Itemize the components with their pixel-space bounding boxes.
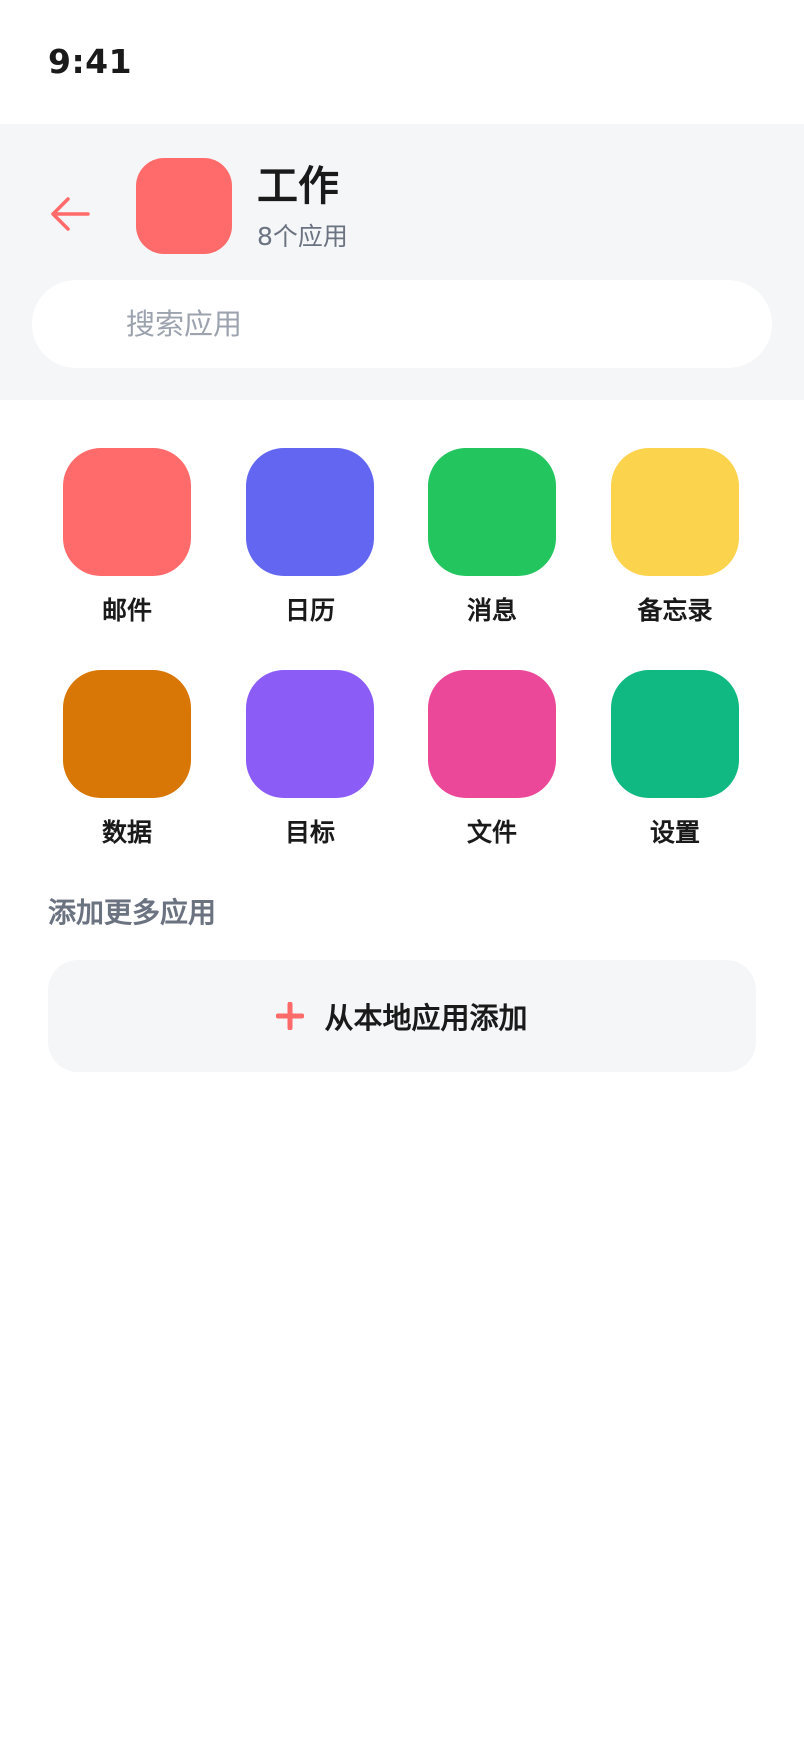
app-label: 目标 bbox=[284, 818, 335, 847]
folder-header: 工作 8个应用 bbox=[0, 124, 804, 400]
folder-title: 工作 bbox=[257, 162, 339, 210]
app-label: 文件 bbox=[466, 818, 517, 847]
app-label: 备忘录 bbox=[637, 596, 713, 625]
mail-app-icon bbox=[63, 448, 191, 576]
notes-app-icon bbox=[611, 448, 739, 576]
app-label: 设置 bbox=[649, 818, 700, 847]
app-label: 消息 bbox=[466, 596, 517, 625]
app-label: 日历 bbox=[284, 596, 335, 625]
data-app-icon bbox=[63, 670, 191, 798]
calendar-app-icon bbox=[246, 448, 374, 576]
app-item-goals[interactable]: 目标 bbox=[240, 670, 380, 848]
folder-app-count: 8个应用 bbox=[257, 222, 348, 251]
app-item-calendar[interactable]: 日历 bbox=[240, 448, 380, 626]
search-input[interactable] bbox=[32, 280, 772, 368]
app-item-messages[interactable]: 消息 bbox=[422, 448, 562, 626]
app-item-data[interactable]: 数据 bbox=[57, 670, 197, 848]
settings-app-icon bbox=[611, 670, 739, 798]
status-time: 9:41 bbox=[48, 42, 133, 81]
add-more-section-title: 添加更多应用 bbox=[48, 896, 217, 929]
app-label: 数据 bbox=[101, 818, 152, 847]
app-item-mail[interactable]: 邮件 bbox=[57, 448, 197, 626]
app-item-files[interactable]: 文件 bbox=[422, 670, 562, 848]
add-from-local-button[interactable]: 从本地应用添加 bbox=[48, 960, 756, 1072]
add-from-local-label: 从本地应用添加 bbox=[324, 1001, 528, 1035]
goals-app-icon bbox=[246, 670, 374, 798]
files-app-icon bbox=[428, 670, 556, 798]
back-button[interactable] bbox=[40, 184, 100, 244]
status-bar: 9:41 bbox=[0, 0, 804, 124]
app-item-settings[interactable]: 设置 bbox=[605, 670, 745, 848]
arrow-left-icon bbox=[51, 197, 90, 231]
messages-app-icon bbox=[428, 448, 556, 576]
app-label: 邮件 bbox=[101, 596, 152, 625]
app-item-notes[interactable]: 备忘录 bbox=[605, 448, 745, 626]
folder-icon bbox=[136, 158, 232, 254]
plus-icon bbox=[276, 1002, 305, 1030]
